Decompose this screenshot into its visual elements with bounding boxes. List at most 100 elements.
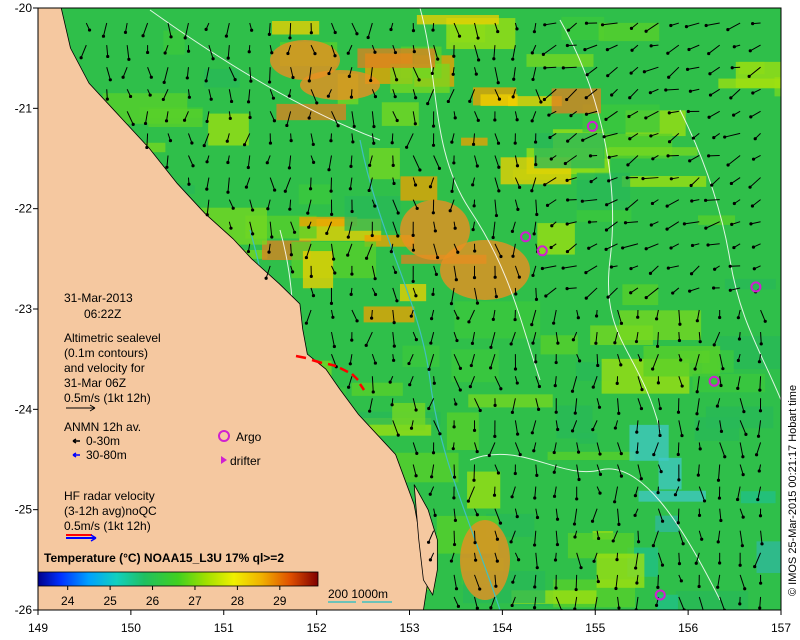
velocity-arrow-head — [123, 30, 128, 35]
velocity-arrow-head — [471, 183, 475, 187]
velocity-arrow-head — [604, 117, 608, 121]
velocity-arrow-head — [141, 34, 145, 38]
x-tick-label: 150 — [121, 621, 141, 635]
sst-patch — [675, 590, 749, 610]
velocity-arrow-head — [355, 32, 359, 36]
velocity-arrow-head — [656, 585, 660, 589]
velocity-arrow-head — [684, 25, 689, 29]
altimetry-line-5: 0.5m/s (1kt 12h) — [64, 391, 151, 405]
velocity-arrow-head — [580, 199, 584, 203]
velocity-arrow-head — [669, 177, 673, 181]
velocity-arrow-head — [625, 207, 629, 211]
velocity-arrow-head — [554, 410, 558, 414]
velocity-arrow-head — [350, 338, 354, 342]
velocity-arrow — [637, 530, 640, 542]
velocity-arrow-head — [435, 255, 440, 260]
velocity-arrow-head — [431, 143, 436, 147]
velocity-arrow-head — [408, 383, 412, 387]
velocity-arrow-head — [513, 141, 517, 145]
velocity-arrow-head — [370, 233, 374, 238]
velocity-arrow-head — [532, 543, 537, 547]
velocity-arrow-head — [566, 28, 571, 32]
sst-patch — [392, 402, 426, 431]
velocity-arrow-head — [750, 204, 755, 208]
contour-depth-label: 200 1000m — [328, 587, 388, 601]
sst-patch — [298, 184, 332, 205]
velocity-arrow-head — [584, 96, 588, 100]
velocity-arrow-head — [757, 469, 761, 473]
sst-patch — [608, 147, 698, 156]
velocity-arrow-head — [388, 380, 392, 384]
velocity-arrow-head — [539, 100, 543, 104]
velocity-arrow-head — [530, 119, 534, 123]
y-tick-label: -23 — [15, 302, 33, 316]
velocity-arrow-head — [392, 358, 396, 362]
velocity-arrow-head — [373, 95, 378, 99]
velocity-arrow-head — [331, 257, 336, 261]
velocity-arrow-head — [475, 301, 480, 305]
velocity-arrow-head — [211, 57, 215, 61]
velocity-arrow-head — [613, 426, 617, 430]
velocity-arrow-head — [498, 521, 503, 525]
velocity-arrow-head — [607, 179, 611, 183]
velocity-arrow-head — [581, 138, 585, 142]
velocity-arrow-head — [572, 522, 577, 526]
x-tick-label: 154 — [492, 621, 512, 635]
colorbar-gradient — [37, 571, 319, 587]
velocity-arrow-head — [689, 183, 693, 188]
velocity-arrow-head — [427, 367, 431, 371]
velocity-arrow-head — [596, 536, 601, 541]
y-axis: -20 -21 -22 -23 -24 -25 -26 — [15, 1, 38, 617]
velocity-arrow-head — [428, 492, 432, 496]
velocity-arrow-head — [145, 145, 149, 150]
velocity-arrow-head — [607, 155, 611, 159]
velocity-arrow-head — [549, 245, 553, 250]
velocity-arrow-head — [681, 542, 685, 546]
velocity-arrow-head — [246, 249, 251, 254]
velocity-arrow-head — [741, 473, 745, 477]
velocity-arrow-head — [292, 230, 297, 234]
velocity-arrow-head — [633, 513, 637, 517]
velocity-arrow-head — [535, 566, 539, 570]
velocity-arrow-head — [270, 51, 274, 55]
velocity-arrow-head — [687, 47, 691, 52]
velocity-arrow-head — [510, 495, 514, 499]
velocity-arrow-head — [676, 452, 680, 457]
map-figure: 149 150 151 152 153 154 155 156 157 -20 -21 -22 -23… — [15, 1, 799, 635]
velocity-arrow-head — [106, 54, 110, 59]
warm-feature — [460, 520, 510, 600]
velocity-arrow-head — [611, 539, 615, 543]
velocity-arrow-head — [584, 112, 589, 116]
velocity-arrow-head — [228, 116, 232, 121]
velocity-arrow-head — [392, 344, 396, 348]
velocity-arrow-head — [389, 27, 393, 32]
velocity-arrow-head — [391, 163, 395, 167]
velocity-arrow-head — [304, 321, 308, 325]
velocity-arrow-head — [497, 97, 502, 101]
velocity-arrow-head — [466, 499, 470, 503]
velocity-arrow-head — [497, 165, 501, 169]
velocity-arrow-head — [495, 559, 499, 563]
velocity-arrow-head — [619, 363, 623, 367]
altimetry-line-4: 31-Mar 06Z — [64, 376, 126, 390]
velocity-arrow-head — [577, 477, 581, 482]
velocity-arrow-head — [413, 183, 418, 187]
velocity-arrow-head — [472, 428, 477, 432]
velocity-arrow-head — [756, 434, 761, 438]
velocity-arrow-head — [604, 247, 608, 251]
velocity-arrow-head — [598, 491, 602, 495]
velocity-arrow-head — [552, 450, 556, 455]
velocity-arrow-head — [587, 246, 591, 250]
velocity-arrow-head — [311, 294, 316, 298]
velocity-arrow-head — [532, 232, 536, 236]
velocity-arrow-head — [229, 226, 233, 230]
velocity-arrow-head — [396, 211, 400, 215]
velocity-arrow-head — [168, 139, 173, 143]
sst-patch — [678, 350, 710, 364]
velocity-arrow-head — [548, 135, 552, 140]
velocity-arrow-head — [535, 473, 539, 477]
x-tick-label: 152 — [307, 621, 327, 635]
velocity-arrow-head — [530, 51, 534, 55]
velocity-arrow-head — [752, 267, 756, 271]
velocity-arrow-head — [623, 221, 628, 225]
